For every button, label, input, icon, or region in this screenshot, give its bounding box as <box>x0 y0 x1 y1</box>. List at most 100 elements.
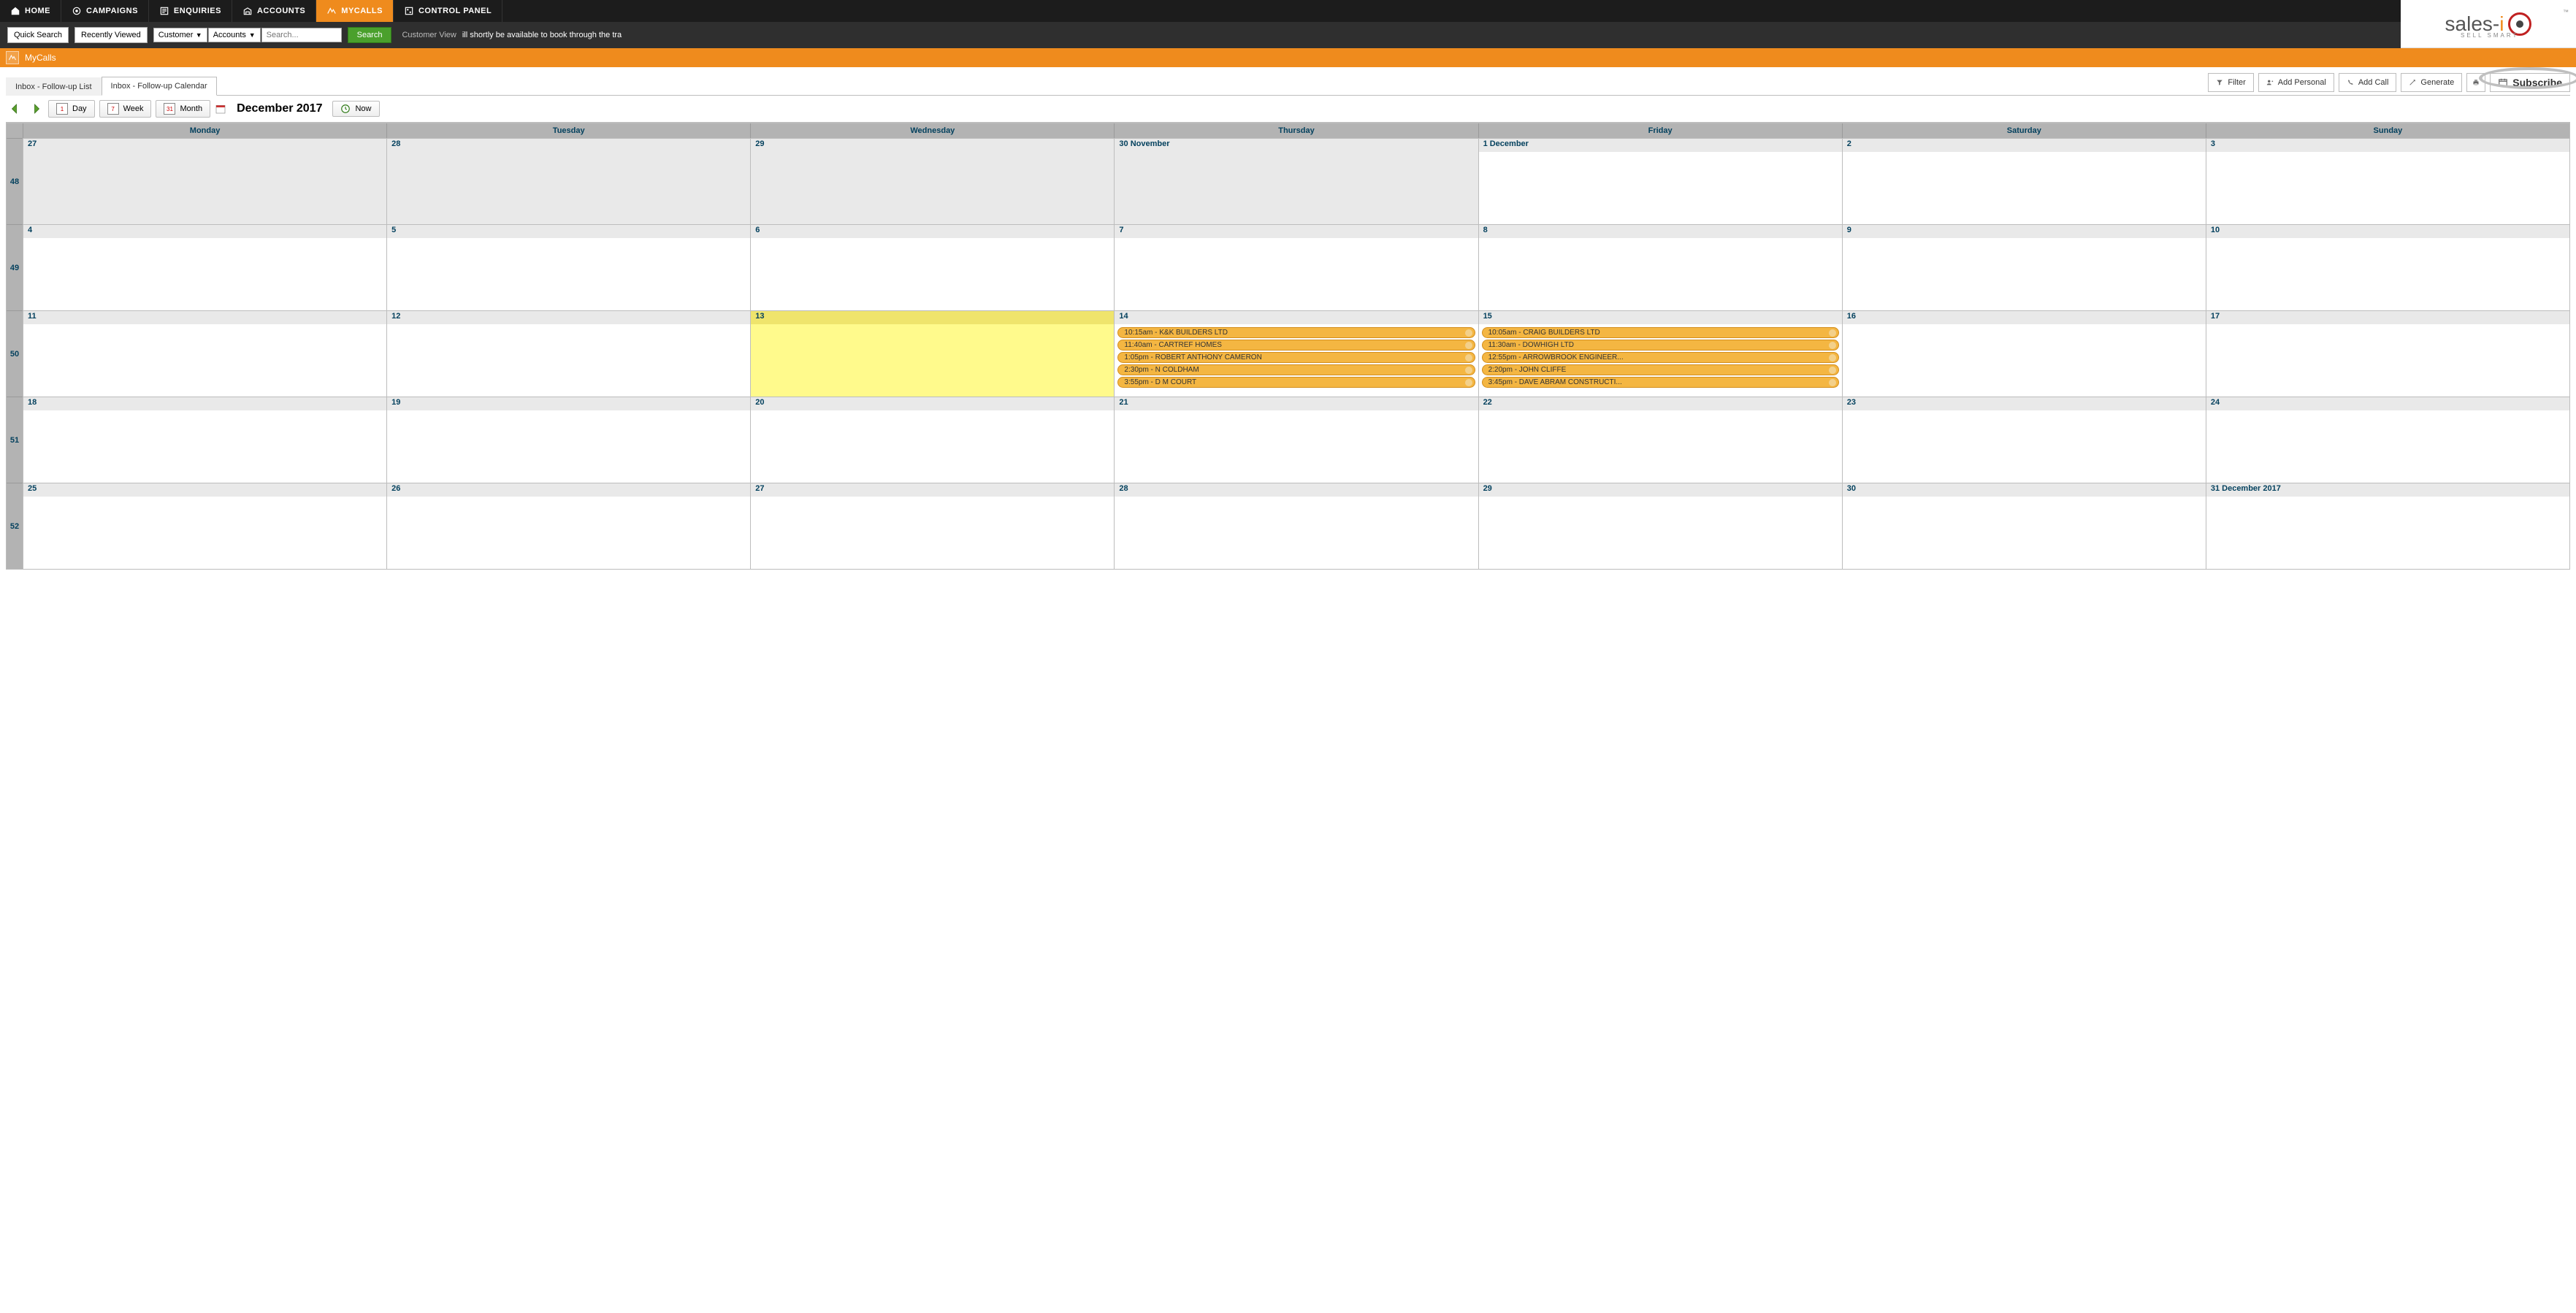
page-title: MyCalls <box>25 53 56 63</box>
user-plus-icon <box>2266 79 2274 86</box>
day-cell[interactable]: 2 <box>1842 138 2206 224</box>
day-cell[interactable]: 27 <box>23 138 386 224</box>
week-number: 49 <box>7 224 23 310</box>
day-cell[interactable]: 9 <box>1842 224 2206 310</box>
day-cell[interactable]: 8 <box>1478 224 1842 310</box>
day-cell[interactable]: 6 <box>750 224 1114 310</box>
add-call-button[interactable]: Add Call <box>2339 73 2397 92</box>
day-cell[interactable]: 21 <box>1114 397 1478 483</box>
day-cell[interactable]: 26 <box>386 483 750 569</box>
search-input[interactable] <box>261 28 342 42</box>
day-cell[interactable]: 25 <box>23 483 386 569</box>
brand-logo: sales-i SELL SMART ™ <box>2401 0 2576 48</box>
calendar-event[interactable]: 2:20pm - JOHN CLIFFE <box>1482 364 1839 375</box>
add-personal-button[interactable]: Add Personal <box>2258 73 2334 92</box>
day-cell[interactable]: 30 November <box>1114 138 1478 224</box>
customer-select[interactable]: Customer▼ <box>153 28 202 42</box>
ticker-text: ill shortly be available to book through… <box>462 31 622 39</box>
nav-mycalls[interactable]: MYCALLS <box>316 0 394 22</box>
prev-button[interactable] <box>7 101 23 117</box>
date-label: 12 <box>387 311 750 324</box>
day-cell[interactable]: 31 December 2017 <box>2206 483 2569 569</box>
calendar-toolbar: 1 Day 7 Week 31 Month December 2017 Now <box>6 96 2570 123</box>
calendar-event[interactable]: 3:45pm - DAVE ABRAM CONSTRUCTI... <box>1482 377 1839 388</box>
date-label: 17 <box>2206 311 2569 324</box>
day-cell[interactable]: 19 <box>386 397 750 483</box>
day-cell[interactable]: 4 <box>23 224 386 310</box>
date-label: 1 December <box>1479 139 1842 152</box>
print-button[interactable] <box>2466 73 2485 92</box>
week-view-button[interactable]: 7 Week <box>99 100 152 118</box>
date-label: 23 <box>1843 397 2206 410</box>
day-cell[interactable]: 28 <box>1114 483 1478 569</box>
next-button[interactable] <box>28 101 44 117</box>
day-cell[interactable]: 16 <box>1842 310 2206 397</box>
date-label: 5 <box>387 225 750 238</box>
filter-button[interactable]: Filter <box>2208 73 2253 92</box>
nav-enquiries[interactable]: ENQUIRIES <box>149 0 232 22</box>
calendar-event[interactable]: 3:55pm - D M COURT <box>1117 377 1475 388</box>
accounts-select[interactable]: Accounts▼ <box>208 28 256 42</box>
mycalls-icon <box>6 51 19 64</box>
calendar-event[interactable]: 2:30pm - N COLDHAM <box>1117 364 1475 375</box>
calendar-event[interactable]: 10:15am - K&K BUILDERS LTD <box>1117 327 1475 338</box>
week-number-column: 4849505152 <box>7 123 23 569</box>
day-view-button[interactable]: 1 Day <box>48 100 95 118</box>
day-cell[interactable]: 18 <box>23 397 386 483</box>
mini-month-icon: 31 <box>164 103 175 115</box>
quick-search-button[interactable]: Quick Search <box>7 27 69 43</box>
recently-viewed-button[interactable]: Recently Viewed <box>74 27 148 43</box>
week-number: 52 <box>7 483 23 569</box>
date-label: 30 <box>1843 483 2206 497</box>
day-cell[interactable]: 29 <box>750 138 1114 224</box>
mini-day-icon: 1 <box>56 103 68 115</box>
date-label: 31 December 2017 <box>2206 483 2569 497</box>
day-cell[interactable]: 17 <box>2206 310 2569 397</box>
date-label: 19 <box>387 397 750 410</box>
printer-icon <box>2472 78 2480 87</box>
now-button[interactable]: Now <box>332 101 379 117</box>
day-cell[interactable]: 13 <box>750 310 1114 397</box>
calendar-grid: 4849505152 MondayTuesdayWednesdayThursda… <box>6 123 2570 570</box>
generate-button[interactable]: Generate <box>2401 73 2462 92</box>
week-number: 48 <box>7 138 23 224</box>
nav-control-panel[interactable]: CONTROL PANEL <box>394 0 502 22</box>
calendar-event[interactable]: 11:30am - DOWHIGH LTD <box>1482 340 1839 351</box>
tab-followup-calendar[interactable]: Inbox - Follow-up Calendar <box>102 77 217 96</box>
day-cell[interactable]: 1410:15am - K&K BUILDERS LTD11:40am - CA… <box>1114 310 1478 397</box>
day-cell[interactable]: 20 <box>750 397 1114 483</box>
search-button[interactable]: Search <box>348 27 392 43</box>
day-cell[interactable]: 30 <box>1842 483 2206 569</box>
date-label: 3 <box>2206 139 2569 152</box>
day-cell[interactable]: 11 <box>23 310 386 397</box>
day-cell[interactable]: 1 December <box>1478 138 1842 224</box>
calendar-event[interactable]: 12:55pm - ARROWBROOK ENGINEER... <box>1482 352 1839 363</box>
day-cell[interactable]: 3 <box>2206 138 2569 224</box>
calendar-event[interactable]: 1:05pm - ROBERT ANTHONY CAMERON <box>1117 352 1475 363</box>
nav-accounts[interactable]: ACCOUNTS <box>232 0 316 22</box>
day-cell[interactable]: 28 <box>386 138 750 224</box>
day-cell[interactable]: 5 <box>386 224 750 310</box>
calendar-event[interactable]: 11:40am - CARTREF HOMES <box>1117 340 1475 351</box>
day-cell[interactable]: 24 <box>2206 397 2569 483</box>
date-label: 22 <box>1479 397 1842 410</box>
control-icon <box>404 6 414 16</box>
nav-home[interactable]: HOME <box>0 0 61 22</box>
date-label: 28 <box>1115 483 1478 497</box>
day-cell[interactable]: 12 <box>386 310 750 397</box>
nav-campaigns[interactable]: CAMPAIGNS <box>61 0 149 22</box>
date-label: 18 <box>23 397 386 410</box>
day-cell[interactable]: 7 <box>1114 224 1478 310</box>
calendar-event[interactable]: 10:05am - CRAIG BUILDERS LTD <box>1482 327 1839 338</box>
month-view-button[interactable]: 31 Month <box>156 100 210 118</box>
day-cell[interactable]: 1510:05am - CRAIG BUILDERS LTD11:30am - … <box>1478 310 1842 397</box>
day-cell[interactable]: 29 <box>1478 483 1842 569</box>
day-header: Tuesday <box>386 123 750 138</box>
tab-followup-list[interactable]: Inbox - Follow-up List <box>6 77 102 96</box>
subscribe-button[interactable]: Subscribe <box>2490 73 2570 92</box>
day-cell[interactable]: 22 <box>1478 397 1842 483</box>
day-cell[interactable]: 27 <box>750 483 1114 569</box>
day-cell[interactable]: 10 <box>2206 224 2569 310</box>
brand-tm: ™ <box>2563 9 2569 15</box>
day-cell[interactable]: 23 <box>1842 397 2206 483</box>
